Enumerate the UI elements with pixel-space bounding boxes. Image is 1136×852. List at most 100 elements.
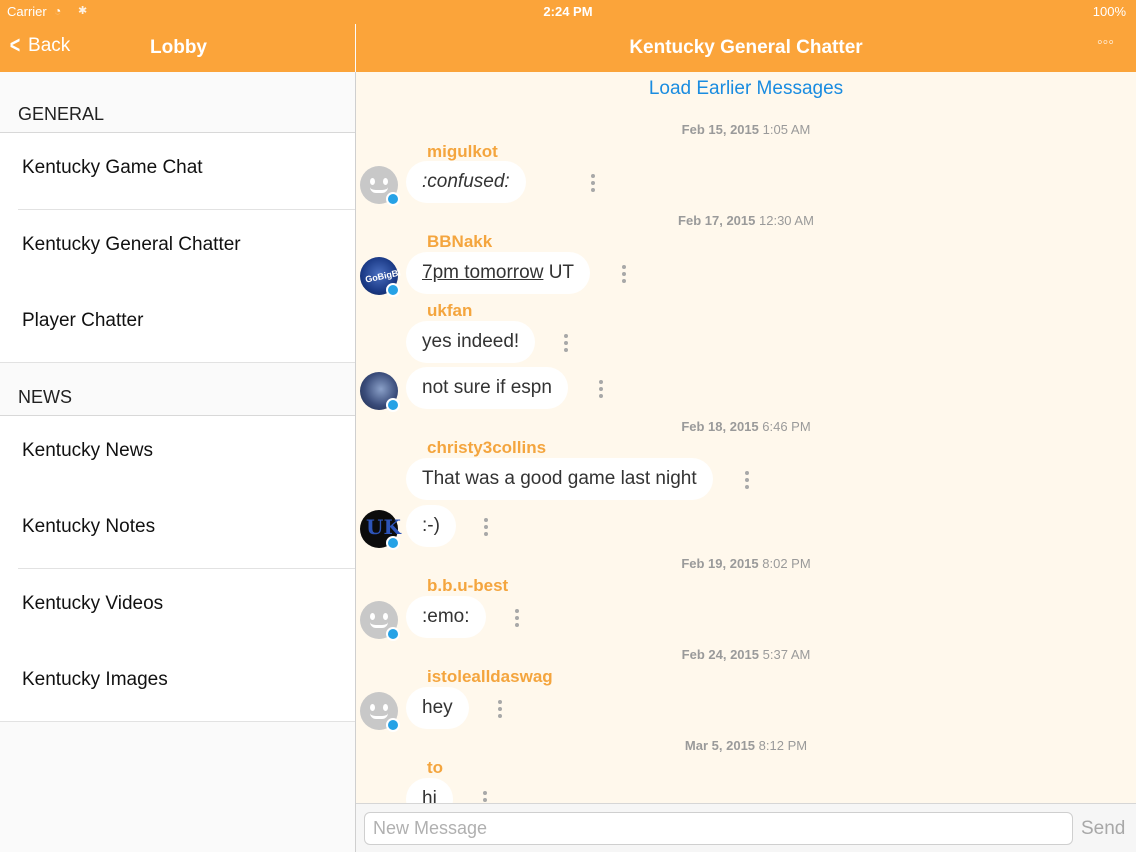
status-bar: Carrier ◔ ✱ 2:24 PM 100% bbox=[0, 0, 1136, 24]
room-list: GENERAL Kentucky Game Chat Kentucky Gene… bbox=[0, 72, 355, 852]
message-text: UT bbox=[543, 262, 575, 283]
date-separator: Feb 18, 2015 6:46 PM bbox=[356, 419, 1136, 434]
lobby-title: Lobby bbox=[150, 37, 207, 58]
message-bubble[interactable]: That was a good game last night bbox=[406, 458, 713, 500]
message-text: hi bbox=[422, 788, 437, 803]
verified-badge-icon bbox=[386, 718, 400, 732]
message-username[interactable]: christy3collins bbox=[427, 438, 546, 458]
date-time: 5:37 AM bbox=[762, 647, 811, 662]
message-username[interactable]: ukfan bbox=[427, 301, 472, 321]
date-day: Feb 18, 2015 bbox=[681, 419, 759, 434]
room-item-label: Kentucky Images bbox=[22, 669, 168, 690]
message-options-icon[interactable] bbox=[480, 789, 490, 803]
message-bubble[interactable]: 7pm tomorrow UT bbox=[406, 252, 591, 294]
message-options-icon[interactable] bbox=[495, 698, 505, 720]
smiley-mouth-icon bbox=[370, 713, 388, 719]
message-text: That was a good game last night bbox=[422, 468, 697, 489]
date-day: Feb 17, 2015 bbox=[678, 213, 756, 228]
room-item-kentucky-game-chat[interactable]: Kentucky Game Chat bbox=[0, 133, 355, 210]
date-time: 8:02 PM bbox=[762, 556, 811, 571]
message-username[interactable]: BBNakk bbox=[427, 232, 492, 252]
room-item-kentucky-news[interactable]: Kentucky News bbox=[0, 416, 355, 493]
back-label: Back bbox=[28, 35, 71, 56]
lobby-nav-bar: < Back Lobby bbox=[0, 24, 355, 72]
verified-badge-icon bbox=[386, 192, 400, 206]
message-bubble[interactable]: :confused: bbox=[406, 161, 526, 203]
verified-badge-icon bbox=[386, 536, 400, 550]
message-options-icon[interactable] bbox=[561, 332, 571, 354]
message-username[interactable]: migulkot bbox=[427, 142, 498, 162]
smiley-mouth-icon bbox=[370, 622, 388, 628]
message-link[interactable]: 7pm tomorrow bbox=[422, 262, 543, 283]
message-text: yes indeed! bbox=[422, 331, 520, 352]
room-item-kentucky-images[interactable]: Kentucky Images bbox=[0, 645, 355, 722]
message-options-icon[interactable] bbox=[742, 469, 752, 491]
verified-badge-icon bbox=[386, 398, 400, 412]
date-day: Feb 19, 2015 bbox=[681, 556, 759, 571]
more-options-icon[interactable]: ◦◦◦ bbox=[1097, 34, 1114, 52]
avatar[interactable] bbox=[360, 692, 400, 732]
smiley-eyes-icon bbox=[370, 178, 375, 185]
avatar[interactable] bbox=[360, 372, 400, 412]
battery-level: 100% bbox=[1092, 4, 1126, 19]
room-item-label: Kentucky General Chatter bbox=[22, 234, 241, 255]
date-day: Feb 24, 2015 bbox=[681, 647, 759, 662]
message-bubble[interactable]: hi bbox=[406, 778, 453, 803]
date-separator: Feb 24, 2015 5:37 AM bbox=[356, 647, 1136, 662]
message-username[interactable]: to bbox=[427, 758, 443, 778]
back-button[interactable]: < Back bbox=[8, 34, 71, 58]
verified-badge-icon bbox=[386, 283, 400, 297]
room-item-label: Kentucky Game Chat bbox=[22, 157, 203, 178]
message-text: hey bbox=[422, 697, 453, 718]
message-username[interactable]: b.b.u-best bbox=[427, 576, 508, 596]
new-message-input[interactable] bbox=[364, 812, 1073, 845]
date-separator: Mar 5, 2015 8:12 PM bbox=[356, 738, 1136, 753]
message-options-icon[interactable] bbox=[512, 607, 522, 629]
section-header-general: GENERAL bbox=[18, 104, 105, 124]
avatar[interactable]: UK bbox=[360, 510, 401, 550]
room-item-player-chatter[interactable]: Player Chatter bbox=[0, 286, 355, 363]
date-time: 6:46 PM bbox=[762, 419, 811, 434]
room-item-kentucky-notes[interactable]: Kentucky Notes bbox=[0, 492, 355, 569]
avatar-logo-text: GoBigBl bbox=[364, 267, 402, 285]
room-item-kentucky-videos[interactable]: Kentucky Videos bbox=[0, 569, 355, 646]
message-text: :confused: bbox=[422, 171, 510, 192]
room-item-kentucky-general-chatter[interactable]: Kentucky General Chatter bbox=[0, 210, 355, 287]
message-options-icon[interactable] bbox=[596, 378, 606, 400]
message-bubble[interactable]: :-) bbox=[406, 505, 456, 547]
message-text: not sure if espn bbox=[422, 377, 552, 398]
date-day: Mar 5, 2015 bbox=[684, 738, 756, 753]
date-separator: Feb 19, 2015 8:02 PM bbox=[356, 556, 1136, 571]
date-time: 1:05 AM bbox=[762, 122, 811, 137]
smiley-eyes-icon bbox=[370, 613, 375, 620]
avatar[interactable]: GoBigBl bbox=[360, 257, 402, 297]
message-bubble[interactable]: yes indeed! bbox=[406, 321, 536, 363]
message-username[interactable]: istolealldaswag bbox=[427, 667, 553, 687]
message-bubble[interactable]: hey bbox=[406, 687, 469, 729]
room-item-label: Kentucky News bbox=[22, 440, 153, 461]
room-item-label: Player Chatter bbox=[22, 310, 144, 331]
message-options-icon[interactable] bbox=[588, 172, 598, 194]
send-button[interactable]: Send bbox=[1081, 818, 1125, 840]
room-item-label: Kentucky Notes bbox=[22, 516, 156, 537]
chat-messages[interactable]: Load Earlier Messages Feb 15, 2015 1:05 … bbox=[356, 72, 1136, 803]
message-options-icon[interactable] bbox=[481, 516, 491, 538]
smiley-eyes-icon bbox=[370, 704, 375, 711]
avatar[interactable] bbox=[360, 601, 400, 641]
date-day: Feb 15, 2015 bbox=[681, 122, 759, 137]
avatar[interactable] bbox=[360, 166, 400, 206]
load-earlier-button[interactable]: Load Earlier Messages bbox=[356, 78, 1136, 100]
date-separator: Feb 15, 2015 1:05 AM bbox=[356, 122, 1136, 137]
message-composer: Send bbox=[356, 803, 1136, 852]
chat-title: Kentucky General Chatter bbox=[629, 37, 863, 58]
message-text: :-) bbox=[422, 515, 440, 536]
message-text: :emo: bbox=[422, 606, 470, 627]
verified-badge-icon bbox=[386, 627, 400, 641]
message-bubble[interactable]: :emo: bbox=[406, 596, 486, 638]
message-options-icon[interactable] bbox=[619, 263, 629, 285]
date-time: 8:12 PM bbox=[758, 738, 808, 753]
avatar-logo-text: UK bbox=[366, 515, 401, 539]
section-header-news: NEWS bbox=[18, 387, 72, 407]
message-bubble[interactable]: not sure if espn bbox=[406, 367, 568, 409]
chat-nav-bar: Kentucky General Chatter ◦◦◦ bbox=[356, 24, 1136, 72]
